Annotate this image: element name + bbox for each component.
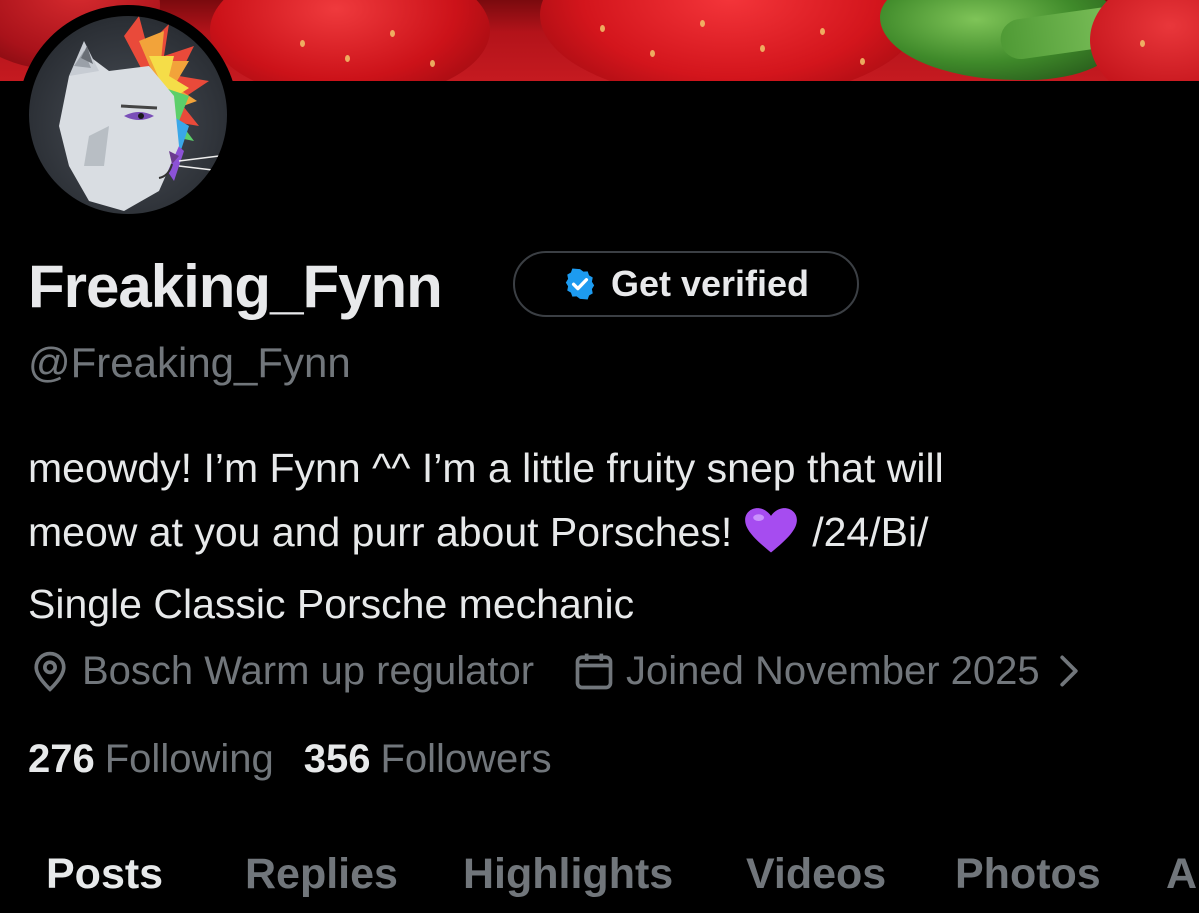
joined-date: Joined November 2025 xyxy=(626,648,1040,693)
get-verified-button[interactable]: Get verified xyxy=(513,251,859,317)
tab-videos[interactable]: Videos xyxy=(746,842,886,906)
get-verified-label: Get verified xyxy=(610,263,810,304)
profile-page: Freaking_Fynn Get verified @Freaking_Fyn… xyxy=(0,0,1199,913)
calendar-icon xyxy=(572,649,616,693)
location-text: Bosch Warm up regulator xyxy=(82,648,535,693)
followers-link[interactable]: 356 Followers xyxy=(304,737,552,782)
purple-heart-icon xyxy=(744,506,798,572)
tab-posts[interactable]: Posts xyxy=(46,842,163,906)
tab-highlights[interactable]: Highlights xyxy=(463,842,673,906)
bio-text: /24/Bi/ xyxy=(812,509,929,555)
avatar[interactable] xyxy=(18,5,238,225)
profile-meta: Bosch Warm up regulator Joined November … xyxy=(28,645,1080,697)
bio-line: meowdy! I’m Fynn ^^ I’m a little fruity … xyxy=(28,445,944,491)
followers-count: 356 xyxy=(303,736,371,781)
following-count: 276 xyxy=(28,736,95,781)
chevron-right-icon[interactable] xyxy=(1058,654,1080,688)
location-pin-icon xyxy=(28,649,72,693)
following-link[interactable]: 276 Following xyxy=(28,737,274,782)
tab-photos[interactable]: Photos xyxy=(955,842,1101,906)
tab-replies[interactable]: Replies xyxy=(245,842,398,906)
tab-articles[interactable]: A xyxy=(1166,842,1197,906)
bio-line: meow at you and purr about Porsches! /24/… xyxy=(28,500,1178,572)
user-handle: @Freaking_Fynn xyxy=(28,339,351,386)
follow-counts: 276 Following 356 Followers xyxy=(28,733,552,785)
bio-text: meow at you and purr about Porsches! xyxy=(28,509,733,555)
following-label: Following xyxy=(104,736,274,781)
followers-label: Followers xyxy=(380,736,552,781)
display-name: Freaking_Fynn xyxy=(28,253,443,320)
avatar-image xyxy=(29,16,227,214)
verified-badge-icon xyxy=(563,267,597,301)
bio-line: Single Classic Porsche mechanic xyxy=(28,581,635,627)
profile-bio: meowdy! I’m Fynn ^^ I’m a little fruity … xyxy=(28,436,1178,636)
profile-tabs: Posts Replies Highlights Videos Photos A xyxy=(0,842,1199,906)
